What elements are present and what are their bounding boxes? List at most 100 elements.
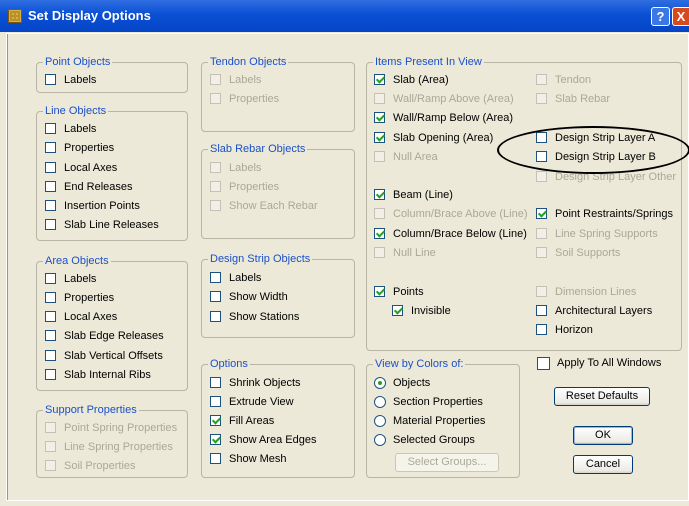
checkbox-box[interactable] xyxy=(45,311,56,322)
checkbox-box[interactable] xyxy=(536,74,547,85)
checkbox-label: Show Each Rebar xyxy=(229,200,318,212)
cancel-button[interactable]: Cancel xyxy=(573,455,633,474)
radio-label: Material Properties xyxy=(393,415,486,427)
checkbox-box[interactable] xyxy=(45,219,56,230)
checkbox-label: Properties xyxy=(64,292,115,304)
checkbox-label: Point Spring Properties xyxy=(64,422,178,434)
window-title: Set Display Options xyxy=(28,8,151,23)
checkbox-label: Null Line xyxy=(393,247,436,259)
group-title: Line Objects xyxy=(43,105,109,118)
checkbox-box[interactable] xyxy=(536,228,547,239)
checkbox-label: Wall/Ramp Below (Area) xyxy=(393,112,514,124)
checkbox-box[interactable] xyxy=(374,286,385,297)
radio-dot[interactable] xyxy=(374,377,386,389)
radio-dot[interactable] xyxy=(374,434,386,446)
checkbox-label: Tendon xyxy=(555,74,592,86)
checkbox-box[interactable] xyxy=(392,305,403,316)
checkbox-box[interactable] xyxy=(374,112,385,123)
checkbox-label: Shrink Objects xyxy=(229,377,301,389)
checkbox-box[interactable] xyxy=(210,272,221,283)
checkbox-box[interactable] xyxy=(536,286,547,297)
checkbox-box[interactable] xyxy=(45,350,56,361)
radio-label: Selected Groups xyxy=(393,434,475,446)
checkbox-box[interactable] xyxy=(210,453,221,464)
checkbox-label: Slab Edge Releases xyxy=(64,330,164,342)
checkbox-label: Properties xyxy=(229,181,280,193)
checkbox-box[interactable] xyxy=(536,247,547,258)
title-bar[interactable]: Set Display Options ? X xyxy=(0,0,689,32)
checkbox-box[interactable] xyxy=(374,132,385,143)
checkbox-box[interactable] xyxy=(374,93,385,104)
checkbox-box[interactable] xyxy=(45,330,56,341)
reset-defaults-button[interactable]: Reset Defaults xyxy=(554,387,650,406)
group-title: Slab Rebar Objects xyxy=(208,143,308,156)
checkbox-box[interactable] xyxy=(45,369,56,380)
checkbox-box[interactable] xyxy=(45,200,56,211)
checkbox-box[interactable] xyxy=(374,151,385,162)
checkbox-label: Point Restraints/Springs xyxy=(555,208,673,220)
checkbox-box[interactable] xyxy=(210,181,221,192)
checkbox-label: Slab (Area) xyxy=(393,74,449,86)
ok-button[interactable]: OK xyxy=(573,426,633,445)
checkbox-label: Local Axes xyxy=(64,311,118,323)
checkbox-box[interactable] xyxy=(210,434,221,445)
point-objects-group: Point Objects xyxy=(36,56,188,93)
radio-dot[interactable] xyxy=(374,396,386,408)
checkbox-box[interactable] xyxy=(210,415,221,426)
checkbox-box[interactable] xyxy=(45,422,56,433)
checkbox-label: Slab Line Releases xyxy=(64,219,159,231)
checkbox-box[interactable] xyxy=(45,162,56,173)
select-groups-button[interactable]: Select Groups... xyxy=(395,453,499,472)
checkbox-label: Apply To All Windows xyxy=(557,357,662,369)
checkbox-box[interactable] xyxy=(210,377,221,388)
checkbox-label: Labels xyxy=(229,272,262,284)
checkbox-box[interactable] xyxy=(210,291,221,302)
checkbox-box[interactable] xyxy=(210,74,221,85)
checkbox-label: Show Stations xyxy=(229,311,300,323)
checkbox-label: Labels xyxy=(229,74,262,86)
checkbox-box[interactable] xyxy=(210,200,221,211)
checkbox-box[interactable] xyxy=(536,324,547,335)
checkbox-box[interactable] xyxy=(374,74,385,85)
help-button[interactable]: ? xyxy=(651,7,670,26)
checkbox-label: Points xyxy=(393,286,424,298)
checkbox-box[interactable] xyxy=(45,441,56,452)
checkbox-label: Line Spring Supports xyxy=(555,228,658,240)
checkbox-box[interactable] xyxy=(374,189,385,200)
close-button[interactable]: X xyxy=(672,7,689,26)
checkbox-box[interactable] xyxy=(45,273,56,284)
checkbox-box[interactable] xyxy=(536,208,547,219)
checkbox-label: Slab Opening (Area) xyxy=(393,132,494,144)
checkbox-label: Dimension Lines xyxy=(555,286,637,298)
checkbox-label: Properties xyxy=(64,142,115,154)
checkbox-box[interactable] xyxy=(536,93,547,104)
checkbox-box[interactable] xyxy=(210,162,221,173)
checkbox-box[interactable] xyxy=(536,305,547,316)
checkbox-box[interactable] xyxy=(536,171,547,182)
checkbox-label: Invisible xyxy=(411,305,451,317)
checkbox-label: Show Area Edges xyxy=(229,434,317,446)
checkbox-box[interactable] xyxy=(374,228,385,239)
radio-label: Objects xyxy=(393,377,431,389)
checkbox-box[interactable] xyxy=(45,460,56,471)
checkbox-box[interactable] xyxy=(210,311,221,322)
checkbox-box[interactable] xyxy=(45,74,56,85)
checkbox-box[interactable] xyxy=(374,247,385,258)
checkbox-box[interactable] xyxy=(210,396,221,407)
checkbox-box[interactable] xyxy=(45,181,56,192)
checkbox-label: Architectural Layers xyxy=(555,305,653,317)
checkbox-box[interactable] xyxy=(45,292,56,303)
checkbox-box[interactable] xyxy=(45,123,56,134)
group-title: Point Objects xyxy=(43,56,113,69)
group-title: View by Colors of: xyxy=(373,358,466,371)
checkbox-box[interactable] xyxy=(374,208,385,219)
group-title: Area Objects xyxy=(43,255,111,268)
radio-dot[interactable] xyxy=(374,415,386,427)
group-title: Tendon Objects xyxy=(208,56,289,69)
checkbox-box[interactable] xyxy=(537,357,550,370)
checkbox-box[interactable] xyxy=(210,93,221,104)
checkbox-label: Null Area xyxy=(393,151,438,163)
checkbox-label: Column/Brace Below (Line) xyxy=(393,228,527,240)
group-title: Items Present In View xyxy=(373,56,484,69)
checkbox-box[interactable] xyxy=(45,142,56,153)
